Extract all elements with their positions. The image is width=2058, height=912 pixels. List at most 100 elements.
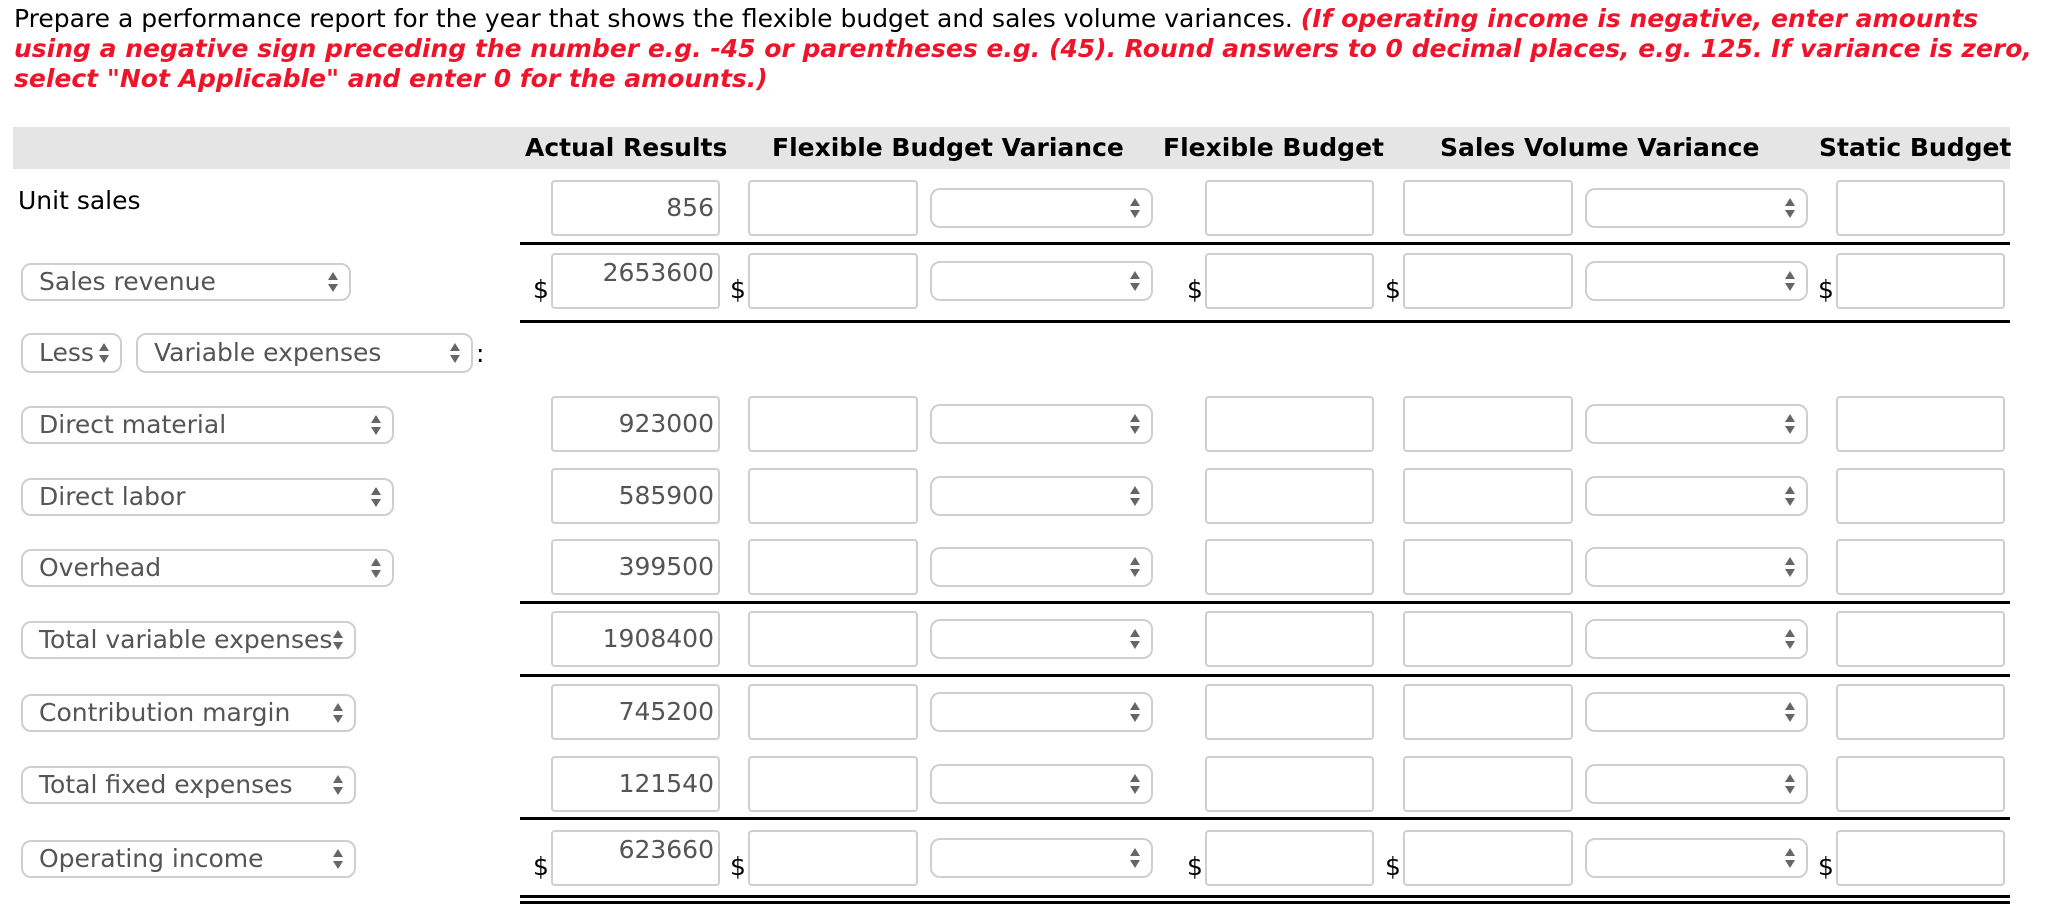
sales-volume-variance-type-select[interactable] [1585,476,1808,516]
row-label-select-value: Direct labor [39,482,186,511]
row-label: Unit sales [18,186,141,215]
flexible-budget-variance-type-select[interactable] [930,476,1153,516]
flexible-budget-input[interactable] [1205,253,1374,309]
row-label-select-value: Total variable expenses [39,625,333,654]
flexible-budget-variance-type-select[interactable] [930,188,1153,228]
label-prefix-select-value: Less [39,338,94,367]
row-label-select[interactable]: Direct material [21,406,394,444]
actual-results-input[interactable]: 745200 [551,684,720,740]
sales-volume-variance-input[interactable] [1403,611,1573,667]
select-arrows-icon [449,342,461,364]
flexible-budget-variance-type-select[interactable] [930,692,1153,732]
row-label-select[interactable]: Total fixed expenses [21,766,356,804]
row-label-select-value: Sales revenue [39,267,216,296]
flexible-budget-variance-type-select[interactable] [930,764,1153,804]
sales-volume-variance-input[interactable] [1403,539,1573,595]
row-label-select[interactable]: Contribution margin [21,694,356,732]
flexible-budget-input[interactable] [1205,396,1374,452]
flexible-budget-variance-input[interactable] [748,539,918,595]
flexible-budget-input[interactable] [1205,684,1374,740]
flexible-budget-variance-type-select[interactable] [930,838,1153,878]
sales-volume-variance-type-select[interactable] [1585,404,1808,444]
sales-volume-variance-type-select[interactable] [1585,838,1808,878]
flexible-budget-variance-input[interactable] [748,756,918,812]
row-label-select[interactable]: Operating income [21,840,356,878]
col-header-flexible-budget-variance: Flexible Budget Variance [772,133,1124,162]
flexible-budget-variance-type-select[interactable] [930,619,1153,659]
row-label-select[interactable]: Sales revenue [21,263,351,301]
row-label-select-value: Contribution margin [39,698,291,727]
actual-results-input[interactable]: 856 [551,180,720,236]
row-label-select[interactable]: Direct labor [21,478,394,516]
label-select[interactable]: Variable expenses [136,333,473,373]
flexible-budget-input[interactable] [1205,830,1374,886]
static-budget-input[interactable] [1836,611,2005,667]
flexible-budget-variance-input[interactable] [748,611,918,667]
flexible-budget-input[interactable] [1205,180,1374,236]
dollar-sign: $ [533,275,549,304]
sales-volume-variance-input[interactable] [1403,468,1573,524]
static-budget-input[interactable] [1836,180,2005,236]
select-arrows-icon [1784,270,1796,292]
flexible-budget-variance-input[interactable] [748,396,918,452]
select-arrows-icon [1129,485,1141,507]
row-label-select[interactable]: Total variable expenses [21,621,356,659]
label-colon: : [476,339,485,368]
row-divider [520,242,2010,245]
flexible-budget-input[interactable] [1205,468,1374,524]
flexible-budget-variance-type-select[interactable] [930,547,1153,587]
flexible-budget-variance-input[interactable] [748,830,918,886]
flexible-budget-variance-type-select[interactable] [930,404,1153,444]
flexible-budget-input[interactable] [1205,611,1374,667]
actual-results-input[interactable]: 623660 [551,830,720,886]
flexible-budget-variance-input[interactable] [748,253,918,309]
select-arrows-icon [332,702,344,724]
select-arrows-icon [1784,773,1796,795]
sales-volume-variance-input[interactable] [1403,396,1573,452]
sales-volume-variance-type-select[interactable] [1585,764,1808,804]
actual-results-input[interactable]: 585900 [551,468,720,524]
select-arrows-icon [1129,413,1141,435]
static-budget-input[interactable] [1836,684,2005,740]
sales-volume-variance-type-select[interactable] [1585,261,1808,301]
static-budget-input[interactable] [1836,756,2005,812]
table-header: Actual Results Flexible Budget Variance … [13,127,2011,169]
flexible-budget-variance-input[interactable] [748,180,918,236]
sales-volume-variance-type-select[interactable] [1585,547,1808,587]
double-underline [520,895,2010,898]
actual-results-input[interactable]: 399500 [551,539,720,595]
sales-volume-variance-input[interactable] [1403,684,1573,740]
select-arrows-icon [1784,847,1796,869]
static-budget-input[interactable] [1836,539,2005,595]
sales-volume-variance-input[interactable] [1403,180,1573,236]
actual-results-input[interactable]: 2653600 [551,253,720,309]
flexible-budget-variance-type-select[interactable] [930,261,1153,301]
row-label-select[interactable]: Overhead [21,549,394,587]
static-budget-input[interactable] [1836,468,2005,524]
sales-volume-variance-input[interactable] [1403,756,1573,812]
sales-volume-variance-type-select[interactable] [1585,692,1808,732]
sales-volume-variance-input[interactable] [1403,253,1573,309]
flexible-budget-input[interactable] [1205,539,1374,595]
static-budget-input[interactable] [1836,253,2005,309]
static-budget-input[interactable] [1836,396,2005,452]
static-budget-input[interactable] [1836,830,2005,886]
col-header-actual-results: Actual Results [525,133,728,162]
flexible-budget-variance-input[interactable] [748,684,918,740]
flexible-budget-input[interactable] [1205,756,1374,812]
select-arrows-icon [1784,701,1796,723]
row-divider [520,674,2010,677]
actual-results-input[interactable]: 1908400 [551,611,720,667]
select-arrows-icon [1129,556,1141,578]
select-arrows-icon [1129,628,1141,650]
col-header-flexible-budget: Flexible Budget [1163,133,1384,162]
instructions: Prepare a performance report for the yea… [14,4,2054,94]
flexible-budget-variance-input[interactable] [748,468,918,524]
sales-volume-variance-input[interactable] [1403,830,1573,886]
actual-results-input[interactable]: 121540 [551,756,720,812]
label-prefix-select[interactable]: Less [21,333,122,373]
sales-volume-variance-type-select[interactable] [1585,619,1808,659]
sales-volume-variance-type-select[interactable] [1585,188,1808,228]
actual-results-input[interactable]: 923000 [551,396,720,452]
select-arrows-icon [370,414,382,436]
